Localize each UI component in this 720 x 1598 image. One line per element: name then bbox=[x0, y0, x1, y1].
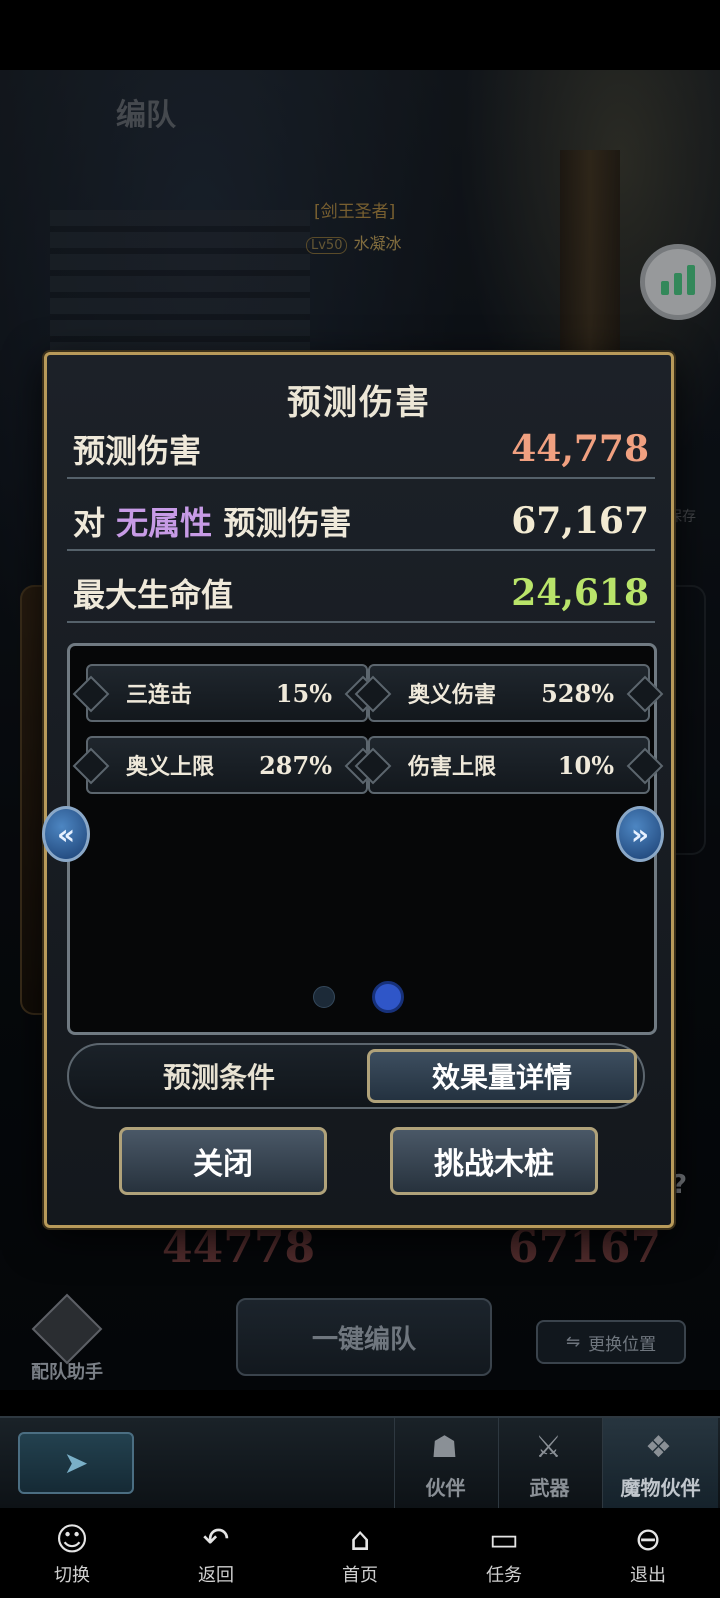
attribute-suffix: 预测伤害 bbox=[223, 504, 352, 542]
stat-chip-damage-cap: 伤害上限 10% bbox=[368, 736, 650, 794]
prev-page-button[interactable]: « bbox=[42, 806, 90, 862]
one-key-formation-button[interactable]: 一键编队 bbox=[236, 1298, 492, 1376]
next-page-button[interactable]: » bbox=[616, 806, 664, 862]
status-bar-area bbox=[0, 0, 720, 70]
tab-weapon[interactable]: ⚔ 武器 bbox=[498, 1418, 600, 1508]
switch-icon: ☺ bbox=[55, 1520, 89, 1558]
behind-damage-right: 67167 bbox=[508, 1222, 662, 1273]
double-chevron-left-icon: « bbox=[56, 817, 76, 851]
nav-home-button[interactable]: ⌂ 首页 bbox=[310, 1519, 410, 1587]
page-dot-1[interactable] bbox=[313, 986, 335, 1008]
nav-back-label: 返回 bbox=[198, 1565, 234, 1586]
team-assistant-button[interactable]: 配队助手 bbox=[22, 1293, 112, 1384]
behind-damage-left: 44778 bbox=[162, 1222, 316, 1273]
predicted-damage-value: 44,778 bbox=[511, 428, 649, 470]
max-hp-value: 24,618 bbox=[511, 572, 649, 614]
max-hp-row: 最大生命值 24,618 bbox=[67, 565, 655, 623]
predicted-damage-label: 预测伤害 bbox=[73, 432, 202, 470]
attribute-damage-row: 对 无属性 预测伤害 67,167 bbox=[67, 493, 655, 551]
swap-position-label: 更换位置 bbox=[588, 1334, 657, 1355]
stat-chip-value: 287% bbox=[259, 750, 332, 780]
gear-icon bbox=[31, 1293, 103, 1365]
exit-icon: ⊖ bbox=[634, 1520, 662, 1558]
tab-monster-companion-label: 魔物伙伴 bbox=[620, 1476, 701, 1500]
back-arrow-button[interactable]: ➤ bbox=[18, 1432, 134, 1494]
predicted-damage-dialog: 预测伤害 预测伤害 44,778 对 无属性 预测伤害 67,167 最大生命值… bbox=[44, 352, 674, 1228]
stat-chip-value: 10% bbox=[557, 750, 614, 780]
nav-home-label: 首页 bbox=[342, 1565, 378, 1586]
stat-chip-triple-attack: 三连击 15% bbox=[86, 664, 368, 722]
stat-chip-value: 528% bbox=[541, 678, 614, 708]
stat-chip-ougi-cap: 奥义上限 287% bbox=[86, 736, 368, 794]
tab-weapon-label: 武器 bbox=[529, 1476, 570, 1500]
dialog-title: 预测伤害 bbox=[287, 383, 431, 423]
swap-position-button[interactable]: ⇋ 更换位置 bbox=[536, 1320, 686, 1364]
tab-companion-label: 伙伴 bbox=[425, 1476, 466, 1500]
tab-effect-details[interactable]: 效果量详情 bbox=[367, 1049, 637, 1103]
attribute-damage-value: 67,167 bbox=[511, 500, 649, 542]
weapon-icon: ⚔ bbox=[535, 1430, 562, 1465]
stat-chip-label: 伤害上限 bbox=[408, 755, 497, 780]
tasks-icon: ▭ bbox=[488, 1520, 520, 1558]
tab-monster-companion[interactable]: ❖ 魔物伙伴 bbox=[602, 1418, 718, 1508]
challenge-dummy-button[interactable]: 挑战木桩 bbox=[390, 1127, 598, 1195]
stat-chip-label: 奥义上限 bbox=[126, 755, 215, 780]
swap-arrows-icon: ⇋ bbox=[565, 1332, 581, 1352]
nav-switch-button[interactable]: ☺ 切换 bbox=[22, 1519, 122, 1587]
stat-chip-value: 15% bbox=[275, 678, 332, 708]
companion-icon: ☗ bbox=[431, 1430, 458, 1465]
attribute-name: 无属性 bbox=[116, 504, 213, 542]
team-assistant-label: 配队助手 bbox=[31, 1362, 103, 1383]
details-toggle: 预测条件 效果量详情 bbox=[67, 1043, 645, 1109]
predicted-damage-row: 预测伤害 44,778 bbox=[67, 421, 655, 479]
effect-details-panel: 三连击 15% 奥义伤害 528% 奥义上限 287% 伤害上限 10% bbox=[67, 643, 657, 1035]
attribute-damage-label: 对 无属性 预测伤害 bbox=[73, 498, 351, 544]
max-hp-label: 最大生命值 bbox=[73, 576, 234, 614]
page-dot-2-active[interactable] bbox=[372, 981, 404, 1013]
nav-tasks-button[interactable]: ▭ 任务 bbox=[454, 1519, 554, 1587]
home-icon: ⌂ bbox=[349, 1520, 371, 1558]
back-arrow-icon: ➤ bbox=[63, 1445, 89, 1481]
nav-back-button[interactable]: ↶ 返回 bbox=[166, 1519, 266, 1587]
help-icon[interactable]: ? bbox=[672, 1170, 687, 1200]
close-button[interactable]: 关闭 bbox=[119, 1127, 327, 1195]
tab-companion[interactable]: ☗ 伙伴 bbox=[394, 1418, 496, 1508]
stat-chip-ougi-damage: 奥义伤害 528% bbox=[368, 664, 650, 722]
system-navigation-bar: ☺ 切换 ↶ 返回 ⌂ 首页 ▭ 任务 ⊖ 退出 bbox=[0, 1508, 720, 1598]
nav-switch-label: 切换 bbox=[54, 1565, 90, 1586]
tab-predict-conditions[interactable]: 预测条件 bbox=[79, 1049, 359, 1103]
monster-icon: ❖ bbox=[645, 1430, 672, 1465]
nav-exit-label: 退出 bbox=[630, 1565, 666, 1586]
back-icon: ↶ bbox=[202, 1520, 230, 1558]
nav-exit-button[interactable]: ⊖ 退出 bbox=[598, 1519, 698, 1587]
double-chevron-right-icon: » bbox=[630, 817, 650, 851]
nav-tasks-label: 任务 bbox=[486, 1565, 522, 1586]
stat-chip-label: 三连击 bbox=[126, 683, 193, 708]
attribute-prefix: 对 bbox=[73, 504, 106, 542]
stat-chip-label: 奥义伤害 bbox=[408, 683, 497, 708]
